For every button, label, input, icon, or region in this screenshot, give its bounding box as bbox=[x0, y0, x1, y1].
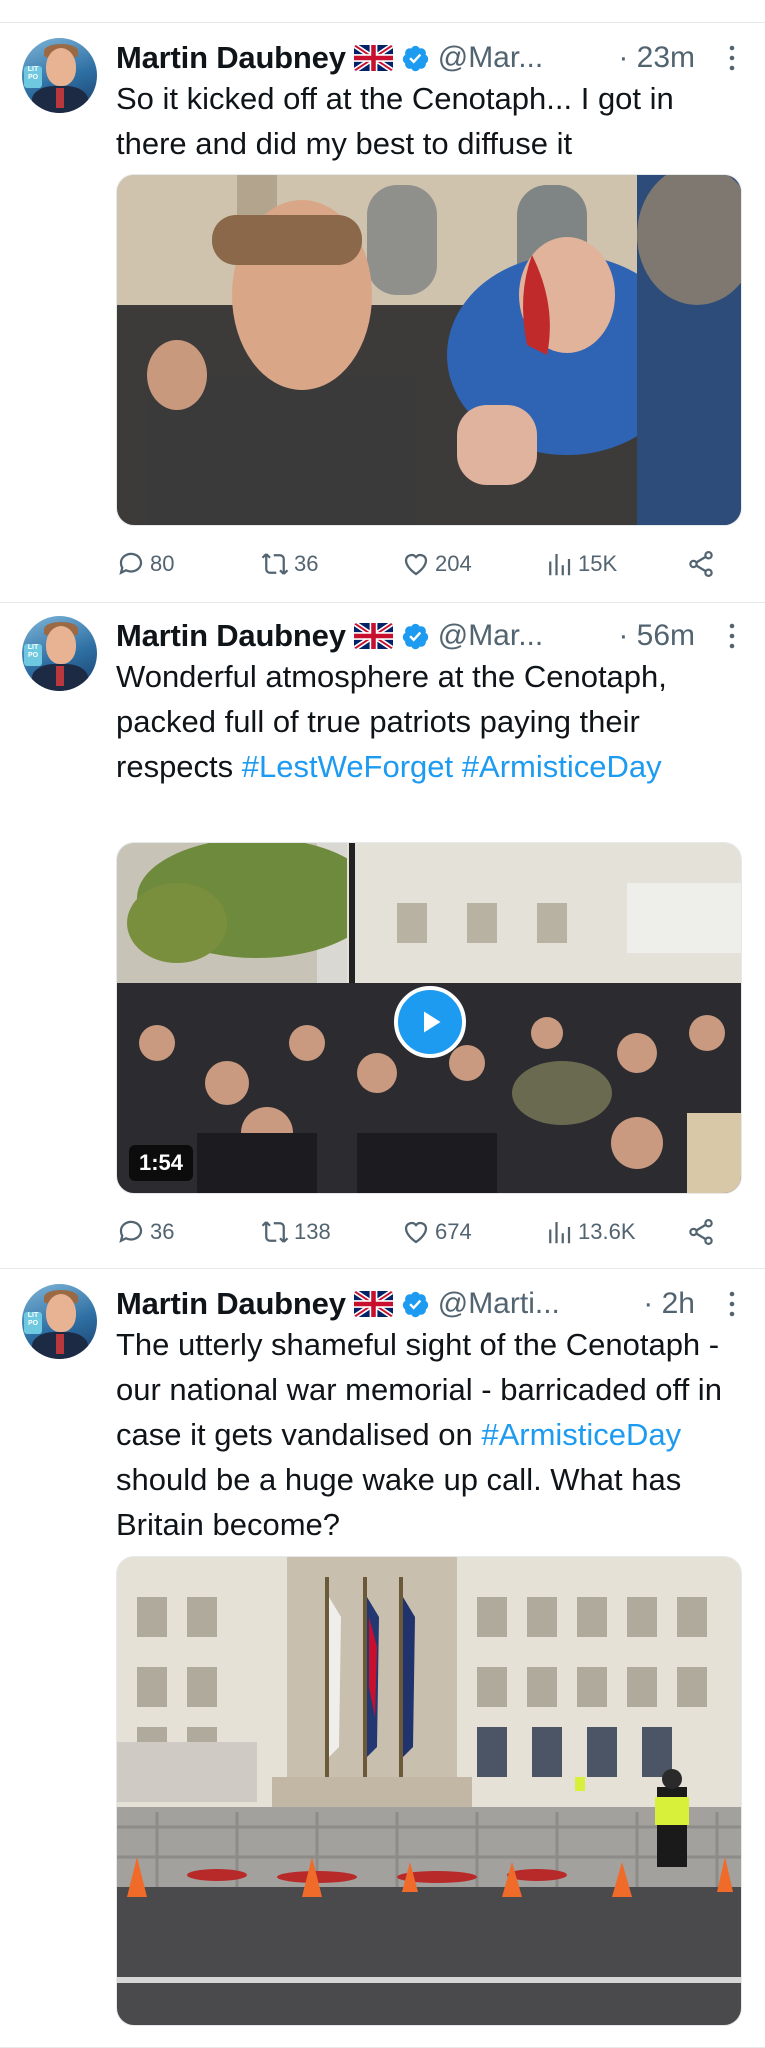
reply-count: 80 bbox=[150, 551, 175, 576]
retweet-count: 36 bbox=[294, 551, 319, 576]
reply-icon bbox=[119, 552, 143, 575]
retweet-button[interactable]: 36 bbox=[260, 544, 318, 584]
divider bbox=[0, 1268, 765, 1269]
like-icon bbox=[404, 553, 428, 576]
tweet-photo[interactable] bbox=[116, 1556, 742, 2026]
like-icon bbox=[404, 1221, 428, 1244]
text-segment: should be a huge wake up call. What has … bbox=[116, 1462, 682, 1542]
tweet[interactable]: LIT PO Martin Daubney @Mar... · 23m So i… bbox=[0, 38, 765, 603]
avatar[interactable]: LIT PO bbox=[22, 38, 97, 113]
tweet[interactable]: LIT PO Martin Daubney @Marti... · 2h The… bbox=[0, 1284, 765, 2048]
reply-count: 36 bbox=[150, 1219, 175, 1244]
share-icon bbox=[689, 551, 713, 577]
author-name[interactable]: Martin Daubney bbox=[116, 1286, 346, 1322]
retweet-icon bbox=[261, 553, 289, 575]
hashtag-link[interactable]: #LestWeForget bbox=[242, 749, 453, 784]
more-icon[interactable] bbox=[727, 620, 737, 652]
timestamp[interactable]: · 56m bbox=[618, 616, 695, 656]
verified-badge-icon bbox=[401, 622, 430, 651]
author-name[interactable]: Martin Daubney bbox=[116, 618, 346, 654]
timestamp[interactable]: · 2h bbox=[643, 1284, 695, 1324]
tweet-text: So it kicked off at the Cenotaph... I go… bbox=[116, 81, 674, 161]
play-button[interactable] bbox=[394, 986, 466, 1058]
play-icon bbox=[424, 1011, 441, 1033]
tweet-actions: 80 36 204 15K bbox=[116, 544, 736, 584]
divider bbox=[0, 602, 765, 603]
reply-icon bbox=[119, 1220, 143, 1243]
tweet-text: The utterly shameful sight of the Cenota… bbox=[116, 1322, 746, 1547]
verified-badge-icon bbox=[401, 44, 430, 73]
text-segment bbox=[453, 749, 462, 784]
like-button[interactable]: 204 bbox=[401, 544, 472, 584]
hashtag-link[interactable]: #ArmisticeDay bbox=[481, 1417, 681, 1452]
tweet-header: Martin Daubney @Mar... bbox=[116, 38, 543, 78]
retweet-button[interactable]: 138 bbox=[260, 1212, 331, 1252]
avatar-badge-text: LIT PO bbox=[24, 66, 42, 88]
views-icon bbox=[549, 1222, 571, 1244]
retweet-count: 138 bbox=[294, 1219, 331, 1244]
tweet[interactable]: LIT PO Martin Daubney @Mar... · 56m Wond… bbox=[0, 616, 765, 1269]
avatar[interactable]: LIT PO bbox=[22, 1284, 97, 1359]
timestamp[interactable]: · 23m bbox=[618, 38, 695, 78]
uk-flag-icon bbox=[353, 45, 393, 71]
avatar[interactable]: LIT PO bbox=[22, 616, 97, 691]
reply-button[interactable]: 80 bbox=[116, 544, 174, 584]
tweet-actions: 36 138 674 13.6K bbox=[116, 1212, 736, 1252]
like-count: 204 bbox=[435, 551, 472, 576]
uk-flag-icon bbox=[353, 1291, 393, 1317]
more-icon[interactable] bbox=[727, 1288, 737, 1320]
like-button[interactable]: 674 bbox=[401, 1212, 472, 1252]
views-button[interactable]: 15K bbox=[544, 544, 617, 584]
hashtag-link[interactable]: #ArmisticeDay bbox=[462, 749, 662, 784]
tweet-text: Wonderful atmosphere at the Cenotaph, pa… bbox=[116, 654, 746, 789]
tweet-photo[interactable] bbox=[116, 174, 742, 526]
tweet-video[interactable]: 1:54 bbox=[116, 842, 742, 1194]
share-button[interactable] bbox=[686, 1212, 720, 1252]
retweet-icon bbox=[261, 1221, 289, 1243]
share-icon bbox=[689, 1219, 713, 1245]
author-handle[interactable]: @Marti... bbox=[438, 1287, 560, 1321]
uk-flag-icon bbox=[353, 623, 393, 649]
divider bbox=[0, 22, 765, 23]
tweet-header: Martin Daubney @Marti... bbox=[116, 1284, 560, 1324]
more-icon[interactable] bbox=[727, 42, 737, 74]
views-count: 13.6K bbox=[578, 1219, 636, 1244]
author-handle[interactable]: @Mar... bbox=[438, 41, 543, 75]
views-icon bbox=[549, 554, 571, 576]
verified-badge-icon bbox=[401, 1290, 430, 1319]
avatar-badge-text: LIT PO bbox=[24, 644, 42, 666]
views-button[interactable]: 13.6K bbox=[544, 1212, 636, 1252]
share-button[interactable] bbox=[686, 544, 720, 584]
tweet-header: Martin Daubney @Mar... bbox=[116, 616, 543, 656]
author-name[interactable]: Martin Daubney bbox=[116, 40, 346, 76]
reply-button[interactable]: 36 bbox=[116, 1212, 174, 1252]
video-duration: 1:54 bbox=[129, 1145, 194, 1181]
like-count: 674 bbox=[435, 1219, 472, 1244]
views-count: 15K bbox=[578, 551, 618, 576]
avatar-badge-text: LIT PO bbox=[24, 1312, 42, 1334]
timeline-feed: LIT PO Martin Daubney @Mar... · 23m So i… bbox=[0, 0, 765, 2048]
author-handle[interactable]: @Mar... bbox=[438, 619, 543, 653]
